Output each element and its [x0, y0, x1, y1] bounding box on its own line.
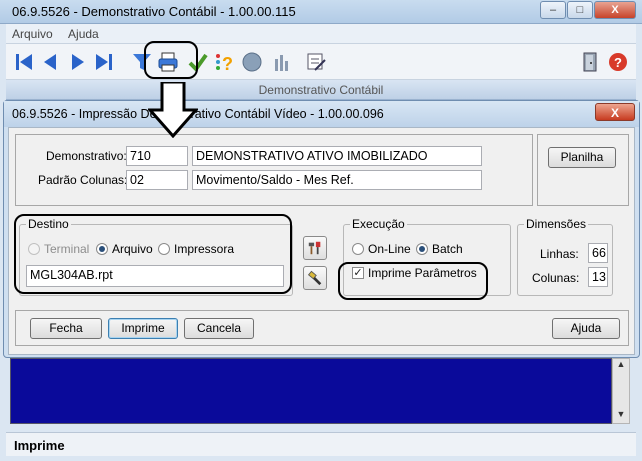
close-button[interactable]: X [594, 1, 636, 19]
execucao-group: Execução On-Line Batch ✓ Imprime Parâmet… [343, 217, 511, 296]
vertical-scrollbar[interactable]: ▲ ▼ [612, 358, 630, 424]
outer-window-title: 06.9.5526 - Demonstrativo Contábil - 1.0… [12, 4, 296, 19]
window-controls: – □ X [539, 1, 636, 19]
menu-ajuda[interactable]: Ajuda [62, 24, 105, 44]
terminal-radio[interactable] [28, 243, 40, 255]
impressora-radio[interactable] [158, 243, 170, 255]
destino-file-field[interactable]: MGL304AB.rpt [26, 265, 284, 287]
arquivo-radio[interactable] [96, 243, 108, 255]
batch-radio[interactable] [416, 243, 428, 255]
dialog-close-button[interactable]: X [595, 103, 635, 121]
colunas-field[interactable]: 13 [588, 267, 608, 287]
browse-file-button[interactable] [303, 266, 327, 290]
padrao-colunas-code-field[interactable]: 02 [126, 170, 188, 190]
first-record-icon[interactable] [12, 50, 36, 74]
globe-icon[interactable] [240, 50, 264, 74]
demonstrativo-label: Demonstrativo: [46, 149, 127, 163]
tools-icon [308, 241, 321, 255]
impressora-label: Impressora [174, 242, 235, 256]
svg-text:?: ? [614, 55, 622, 70]
online-label: On-Line [368, 242, 411, 256]
dimensoes-title: Dimensões [524, 217, 589, 231]
planilha-button[interactable]: Planilha [548, 147, 616, 168]
previous-record-icon[interactable] [38, 50, 62, 74]
fecha-button[interactable]: Fecha [30, 318, 102, 339]
svg-text:?: ? [222, 54, 233, 73]
imprime-parametros-label: Imprime Parâmetros [368, 266, 477, 280]
button-bar: Fecha Imprime Cancela Ajuda [15, 310, 629, 346]
exit-door-icon[interactable] [578, 50, 602, 74]
maximize-button[interactable]: □ [567, 1, 593, 19]
terminal-label: Terminal [44, 242, 90, 256]
annotation-arrow-icon [148, 82, 198, 138]
colunas-label: Colunas: [532, 271, 580, 285]
checkmark-icon[interactable] [186, 50, 210, 74]
status-bar: Imprime [6, 432, 636, 456]
imprime-parametros-checkbox[interactable]: ✓ [352, 267, 364, 279]
dialog-title-bar: 06.9.5526 - Impressão Demonstrativo Cont… [4, 101, 639, 127]
demonstrativo-code-field[interactable]: 710 [126, 146, 188, 166]
padrao-colunas-description-field: Movimento/Saldo - Mes Ref. [192, 170, 482, 190]
scroll-up-icon[interactable]: ▲ [613, 359, 629, 369]
outer-title-bar: 06.9.5526 - Demonstrativo Contábil - 1.0… [0, 0, 642, 24]
imprime-button[interactable]: Imprime [108, 318, 178, 339]
ajuda-button[interactable]: Ajuda [552, 318, 620, 339]
help-icon[interactable]: ? [606, 50, 630, 74]
section-band: Demonstrativo Contábil [6, 80, 636, 100]
batch-label: Batch [432, 242, 463, 256]
execucao-title: Execução [350, 217, 407, 231]
edit-document-icon[interactable] [304, 50, 328, 74]
minimize-button[interactable]: – [540, 1, 566, 19]
chart-icon[interactable] [270, 50, 294, 74]
linhas-label: Linhas: [540, 247, 579, 261]
demonstrativo-description-field: DEMONSTRATIVO ATIVO IMOBILIZADO [192, 146, 482, 166]
help-question-icon[interactable]: ? [212, 50, 236, 74]
arquivo-label: Arquivo [112, 242, 153, 256]
configure-printer-button[interactable] [303, 236, 327, 260]
selection-panel: Demonstrativo: 710 DEMONSTRATIVO ATIVO I… [15, 134, 533, 206]
linhas-field[interactable]: 66 [588, 243, 608, 263]
cancela-button[interactable]: Cancela [184, 318, 254, 339]
dimensoes-group: Dimensões Linhas: 66 Colunas: 13 [517, 217, 613, 296]
padrao-colunas-label: Padrão Colunas: [38, 173, 128, 187]
report-preview-area [10, 358, 612, 424]
flashlight-icon [307, 270, 322, 286]
menu-bar: Arquivo Ajuda [6, 24, 636, 44]
print-dialog: 06.9.5526 - Impressão Demonstrativo Cont… [3, 100, 640, 358]
filter-icon[interactable] [130, 50, 154, 74]
scroll-down-icon[interactable]: ▼ [613, 409, 629, 419]
destino-title: Destino [26, 217, 71, 231]
next-record-icon[interactable] [66, 50, 90, 74]
planilha-panel: Planilha [537, 134, 629, 206]
menu-arquivo[interactable]: Arquivo [6, 24, 59, 44]
destino-group: Destino Terminal Arquivo Impressora MGL3… [19, 217, 293, 296]
print-icon[interactable] [156, 50, 180, 74]
last-record-icon[interactable] [92, 50, 116, 74]
dialog-body: Demonstrativo: 710 DEMONSTRATIVO ATIVO I… [8, 127, 635, 355]
toolbar: ? ? [6, 44, 636, 80]
online-radio[interactable] [352, 243, 364, 255]
